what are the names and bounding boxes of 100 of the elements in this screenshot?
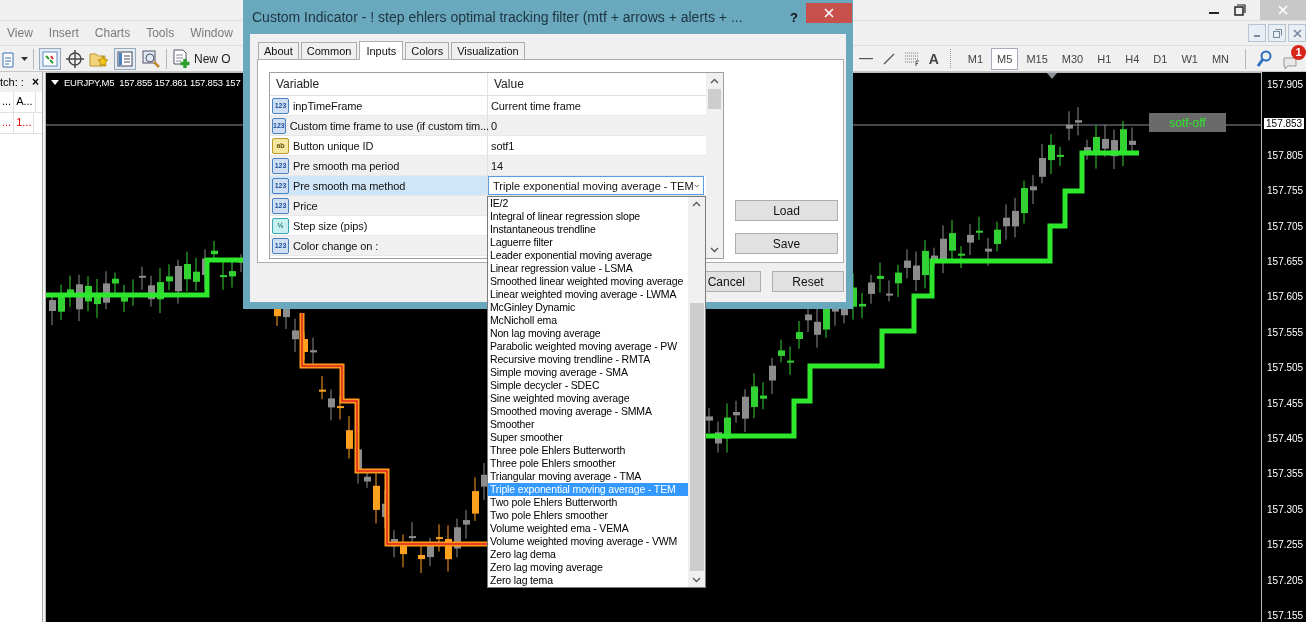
dropdown-option[interactable]: Super smoother [488,431,688,444]
variable-name: Custom time frame to use (if custom tim... [289,119,490,132]
horizontal-line-icon[interactable] [858,57,873,60]
tab[interactable]: About [258,42,299,59]
menu-item[interactable]: Tools [146,26,175,40]
dropdown-option[interactable]: IE/2 [488,197,688,210]
timeframe-button[interactable]: D1 [1147,47,1174,70]
restore-icon[interactable] [1234,4,1246,16]
scroll-down-icon[interactable] [692,577,701,583]
variable-name: Pre smooth ma method [293,179,406,192]
dropdown-option[interactable]: Instantaneous trendline [488,223,688,236]
timeframe-button[interactable]: M5 [991,47,1019,70]
dropdown-field[interactable]: Triple exponential moving average - TEM [488,176,704,195]
dropdown-option[interactable]: Three pole Ehlers Butterworth [488,444,688,457]
text-tool[interactable]: A [928,50,939,67]
dropdown-option[interactable]: Three pole Ehlers smoother [488,457,688,470]
dropdown-option[interactable]: Integral of linear regression slope [488,210,688,223]
dropdown-option[interactable]: Linear regression value - LSMA [488,262,688,275]
timeframe-button[interactable]: M30 [1055,47,1090,70]
dropdown-option[interactable]: Triangular moving average - TMA [488,470,688,483]
dropdown-option[interactable]: Sine weighted moving average [488,392,688,405]
price-label: 157.505 [1267,362,1304,374]
scroll-up-icon[interactable] [692,201,701,207]
price-label: 157.705 [1267,220,1304,232]
caret-icon[interactable] [50,80,59,85]
variable-name: Pre smooth ma period [293,159,400,172]
dropdown-option[interactable]: Simple decycler - SDEC [488,379,688,392]
scroll-down-icon[interactable] [710,247,719,253]
dropdown-option[interactable]: Smoothed linear weighted moving average [488,275,688,288]
scroll-up-icon[interactable] [710,78,719,84]
dialog-button[interactable]: Save [735,233,838,254]
dropdown-option[interactable]: Simple moving average - SMA [488,366,688,379]
value-text: 0 [491,119,498,132]
value-text: 14 [491,159,504,172]
column-header[interactable]: Variable [270,73,488,95]
column-header[interactable]: Value [488,73,524,95]
dropdown-option[interactable]: Laguerre filter [488,236,688,249]
tab[interactable]: Visualization [451,42,525,59]
toolbar-grip[interactable] [948,48,952,69]
dialog-title: Custom Indicator - ! step ehlers optimal tracking filter (mtf + arrows + alerts + ... [251,9,744,25]
dropdown-option[interactable]: Non lag moving average [488,327,688,340]
timeframe-button[interactable]: H1 [1091,47,1118,70]
menu-item[interactable]: Window [190,26,233,40]
clock-magnifier-icon[interactable] [141,48,161,69]
chart-button[interactable] [39,47,61,70]
dropdown-option[interactable]: Leader exponential moving average [488,249,688,262]
timeframe-button[interactable]: M15 [1020,47,1054,70]
close-button[interactable] [1288,24,1306,42]
chart-shift-marker[interactable] [1046,73,1057,79]
dropdown-option[interactable]: Smoother [488,418,688,431]
tab[interactable]: Colors [405,42,450,59]
document-icon[interactable] [2,49,16,68]
variable-name: Price [293,199,318,212]
dropdown-option[interactable]: Zero lag tema [488,574,688,587]
list-button[interactable] [114,47,136,70]
dropdown-option[interactable]: Volume weighted ema - VEMA [488,522,688,535]
close-button[interactable]: × [31,75,39,89]
panel-title: tch: : [0,76,24,88]
variable-name: Button unique ID [293,139,374,152]
timeframe-button[interactable]: W1 [1175,47,1204,70]
timeframe-button[interactable]: H4 [1119,47,1146,70]
caret-icon[interactable] [21,56,28,61]
minimize-button[interactable] [1248,24,1266,42]
dropdown-option[interactable]: Parabolic weighted moving average - PW [488,340,688,353]
tab[interactable]: Common [300,42,358,59]
scrollbar[interactable] [706,73,723,258]
timeframe-button[interactable]: M1 [961,47,990,70]
diagonal-line-icon[interactable] [882,52,895,65]
dropdown-option[interactable]: Recursive moving trendline - RMTA [488,353,688,366]
scroll-thumb[interactable] [689,303,704,571]
close-button[interactable] [806,3,852,23]
dropdown-option[interactable]: Zero lag dema [488,548,688,561]
price-label: 157.555 [1267,326,1304,338]
dropdown-option[interactable]: Two pole Ehlers Butterworth [488,496,688,509]
value-text: Current time frame [491,99,581,112]
dropdown-option[interactable]: Smoothed moving average - SMMA [488,405,688,418]
tab[interactable]: Inputs [359,41,404,60]
dropdown-option[interactable]: McNicholl ema [488,314,688,327]
scrollbar[interactable] [688,197,705,587]
dropdown-option[interactable]: Linear weighted moving average - LWMA [488,288,688,301]
menu-item[interactable]: Insert [48,26,79,40]
dialog-button[interactable]: Reset [772,271,844,292]
dotted-lines-icon[interactable] [904,51,919,66]
help-button[interactable]: ? [790,9,798,25]
scroll-thumb[interactable] [708,89,721,109]
dropdown-option[interactable]: Two pole Ehlers smoother [488,509,688,522]
dropdown-option[interactable]: McGinley Dynamic [488,301,688,314]
variable-name: Step size (pips) [293,219,368,232]
chat-bubble-icon[interactable] [1282,55,1298,70]
menu-item[interactable]: View [7,26,33,40]
search-icon[interactable] [1256,49,1272,68]
crosshair-icon[interactable] [66,49,84,68]
dropdown-option[interactable]: Volume weighted moving average - VWM [488,535,688,548]
menu-item[interactable]: Charts [94,26,131,40]
dialog-button[interactable]: Load [735,200,838,221]
new-order-button[interactable]: New O [172,48,231,69]
dropdown-option[interactable]: Zero lag moving average [488,561,688,574]
close-icon [1292,28,1302,38]
restore-button[interactable] [1268,24,1286,42]
timeframe-button[interactable]: MN [1205,47,1235,70]
